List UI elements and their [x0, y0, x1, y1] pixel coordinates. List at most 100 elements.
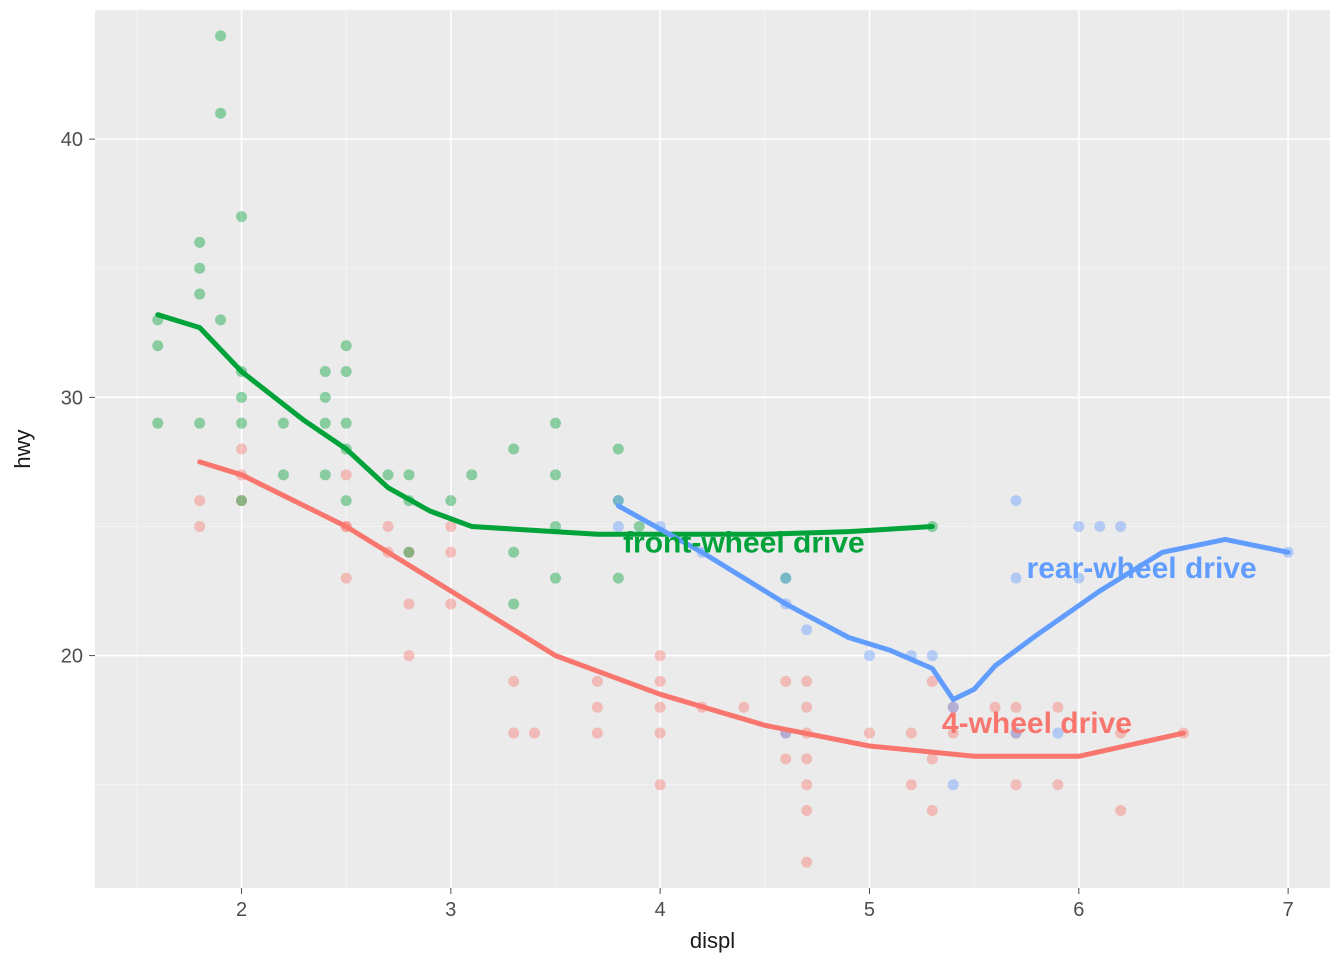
- data-point: [948, 779, 959, 790]
- data-point: [152, 340, 163, 351]
- data-point: [801, 857, 812, 868]
- data-point: [236, 444, 247, 455]
- data-point: [613, 573, 624, 584]
- data-point: [1073, 521, 1084, 532]
- data-point: [320, 392, 331, 403]
- data-point: [550, 469, 561, 480]
- x-tick-label: 4: [655, 899, 666, 921]
- y-tick-label: 40: [61, 129, 83, 151]
- data-point: [445, 598, 456, 609]
- data-point: [927, 650, 938, 661]
- data-point: [403, 547, 414, 558]
- data-point: [738, 702, 749, 713]
- data-point: [906, 779, 917, 790]
- data-point: [655, 728, 666, 739]
- data-point: [508, 547, 519, 558]
- data-point: [1094, 521, 1105, 532]
- data-point: [383, 469, 394, 480]
- data-point: [278, 469, 289, 480]
- data-point: [320, 469, 331, 480]
- data-point: [592, 728, 603, 739]
- series-label: 4-wheel drive: [942, 707, 1132, 740]
- data-point: [801, 753, 812, 764]
- data-point: [341, 366, 352, 377]
- series-label: rear-wheel drive: [1027, 552, 1257, 585]
- data-point: [320, 366, 331, 377]
- chart-container: front-wheel drive rear-wheel drive 4-wheel…: [0, 0, 1344, 960]
- data-point: [508, 444, 519, 455]
- data-point: [403, 469, 414, 480]
- data-point: [341, 495, 352, 506]
- data-point: [236, 392, 247, 403]
- data-point: [403, 598, 414, 609]
- data-point: [236, 495, 247, 506]
- data-point: [383, 521, 394, 532]
- data-point: [613, 444, 624, 455]
- series-label: front-wheel drive: [623, 526, 865, 559]
- data-point: [445, 547, 456, 558]
- data-point: [445, 495, 456, 506]
- data-point: [801, 805, 812, 816]
- data-point: [194, 521, 205, 532]
- data-point: [341, 340, 352, 351]
- data-point: [1011, 495, 1022, 506]
- data-point: [341, 573, 352, 584]
- data-point: [801, 676, 812, 687]
- x-tick-label: 3: [445, 899, 456, 921]
- data-point: [194, 263, 205, 274]
- data-point: [592, 702, 603, 713]
- data-point: [801, 779, 812, 790]
- data-point: [1011, 779, 1022, 790]
- data-point: [655, 676, 666, 687]
- data-point: [906, 728, 917, 739]
- data-point: [801, 702, 812, 713]
- chart-svg: front-wheel drive rear-wheel drive 4-wheel…: [0, 0, 1344, 960]
- x-tick-label: 2: [236, 899, 247, 921]
- y-tick-label: 20: [61, 646, 83, 668]
- data-point: [592, 676, 603, 687]
- data-point: [320, 418, 331, 429]
- data-point: [1052, 779, 1063, 790]
- data-point: [927, 805, 938, 816]
- data-point: [655, 650, 666, 661]
- data-point: [341, 418, 352, 429]
- data-point: [215, 314, 226, 325]
- x-tick-label: 6: [1073, 899, 1084, 921]
- data-point: [1115, 805, 1126, 816]
- data-point: [864, 728, 875, 739]
- data-point: [236, 418, 247, 429]
- data-point: [508, 676, 519, 687]
- data-point: [801, 624, 812, 635]
- data-point: [508, 598, 519, 609]
- data-point: [278, 418, 289, 429]
- data-point: [194, 418, 205, 429]
- data-point: [780, 676, 791, 687]
- data-point: [403, 650, 414, 661]
- data-point: [341, 469, 352, 480]
- data-point: [550, 418, 561, 429]
- data-point: [215, 108, 226, 119]
- data-point: [655, 779, 666, 790]
- data-point: [194, 237, 205, 248]
- data-point: [152, 418, 163, 429]
- data-point: [780, 573, 791, 584]
- data-point: [194, 289, 205, 300]
- data-point: [529, 728, 540, 739]
- y-axis-title: hwy: [10, 429, 35, 468]
- y-tick-label: 30: [61, 387, 83, 409]
- data-point: [780, 753, 791, 764]
- plot-panel: [95, 10, 1330, 888]
- data-point: [508, 728, 519, 739]
- data-point: [550, 573, 561, 584]
- data-point: [236, 211, 247, 222]
- data-point: [215, 30, 226, 41]
- data-point: [1115, 521, 1126, 532]
- data-point: [655, 702, 666, 713]
- data-point: [194, 495, 205, 506]
- x-tick-label: 5: [864, 899, 875, 921]
- data-point: [1011, 573, 1022, 584]
- data-point: [864, 650, 875, 661]
- x-tick-label: 7: [1283, 899, 1294, 921]
- data-point: [466, 469, 477, 480]
- x-axis-title: displ: [690, 928, 735, 953]
